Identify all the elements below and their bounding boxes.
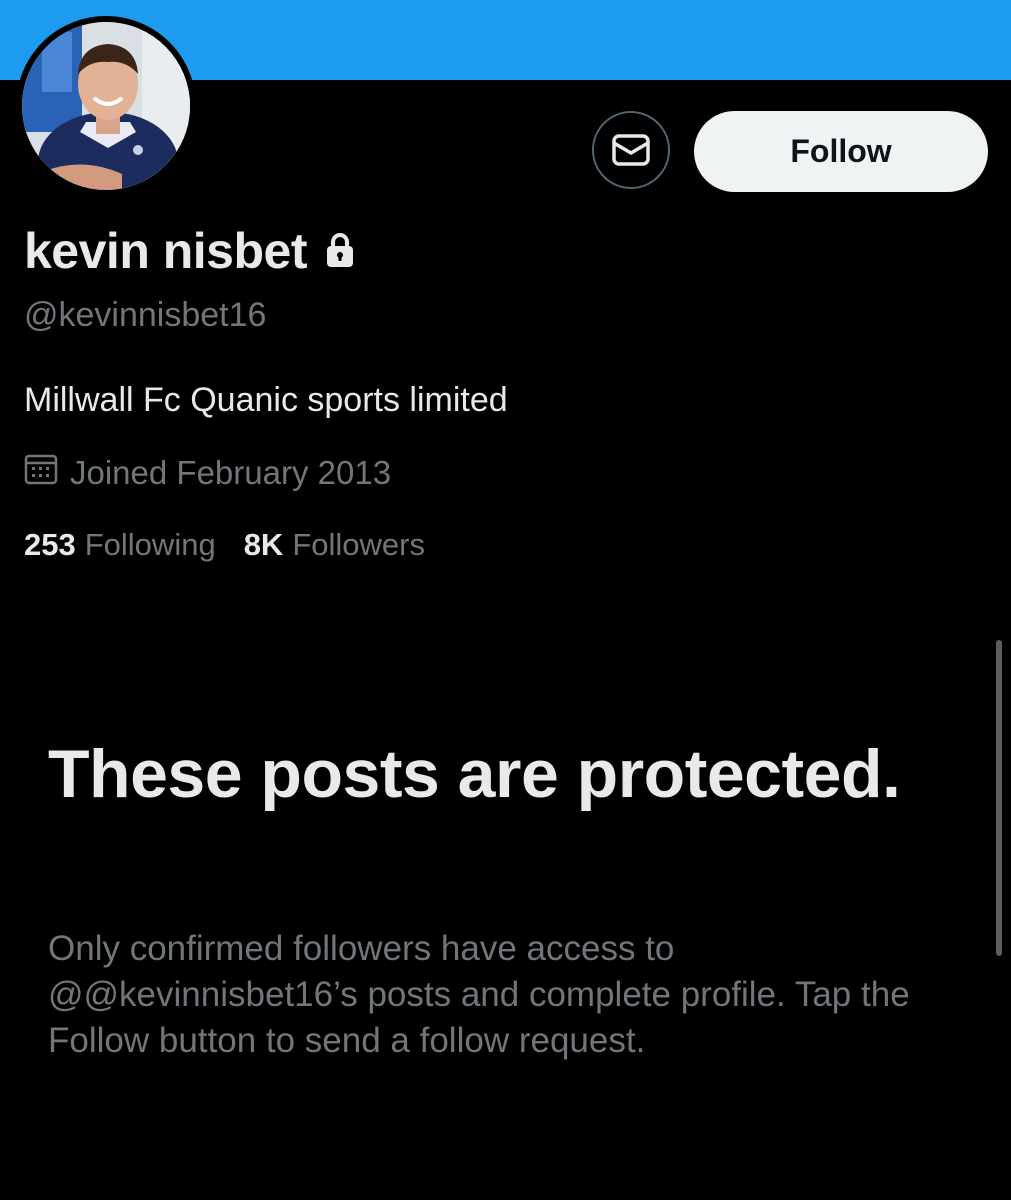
calendar-icon	[24, 453, 58, 493]
following-label: Following	[84, 527, 216, 562]
message-button[interactable]	[592, 111, 670, 189]
profile-handle: @kevinnisbet16	[24, 296, 267, 334]
joined-date: Joined February 2013	[24, 453, 391, 493]
display-name-text: kevin nisbet	[24, 223, 308, 279]
scrollbar[interactable]	[996, 640, 1002, 956]
avatar-image	[22, 22, 190, 190]
profile-bio: Millwall Fc Quanic sports limited	[24, 381, 508, 419]
display-name: kevin nisbet	[24, 222, 355, 280]
avatar[interactable]	[22, 22, 190, 190]
envelope-icon	[612, 134, 650, 166]
followers-label: Followers	[292, 527, 425, 562]
following-stat[interactable]: 253 Following	[24, 527, 216, 563]
followers-stat[interactable]: 8K Followers	[244, 527, 425, 563]
protected-message: Only confirmed followers have access to …	[48, 929, 910, 1060]
lock-icon	[325, 222, 355, 280]
protected-title: These posts are protected.	[48, 736, 901, 812]
follow-button[interactable]: Follow	[694, 111, 988, 192]
following-count: 253	[24, 527, 76, 562]
followers-count: 8K	[243, 527, 284, 562]
profile-stats: 253 Following 8K Followers	[24, 527, 425, 563]
follow-button-label: Follow	[790, 133, 892, 169]
joined-text: Joined February 2013	[70, 454, 392, 491]
